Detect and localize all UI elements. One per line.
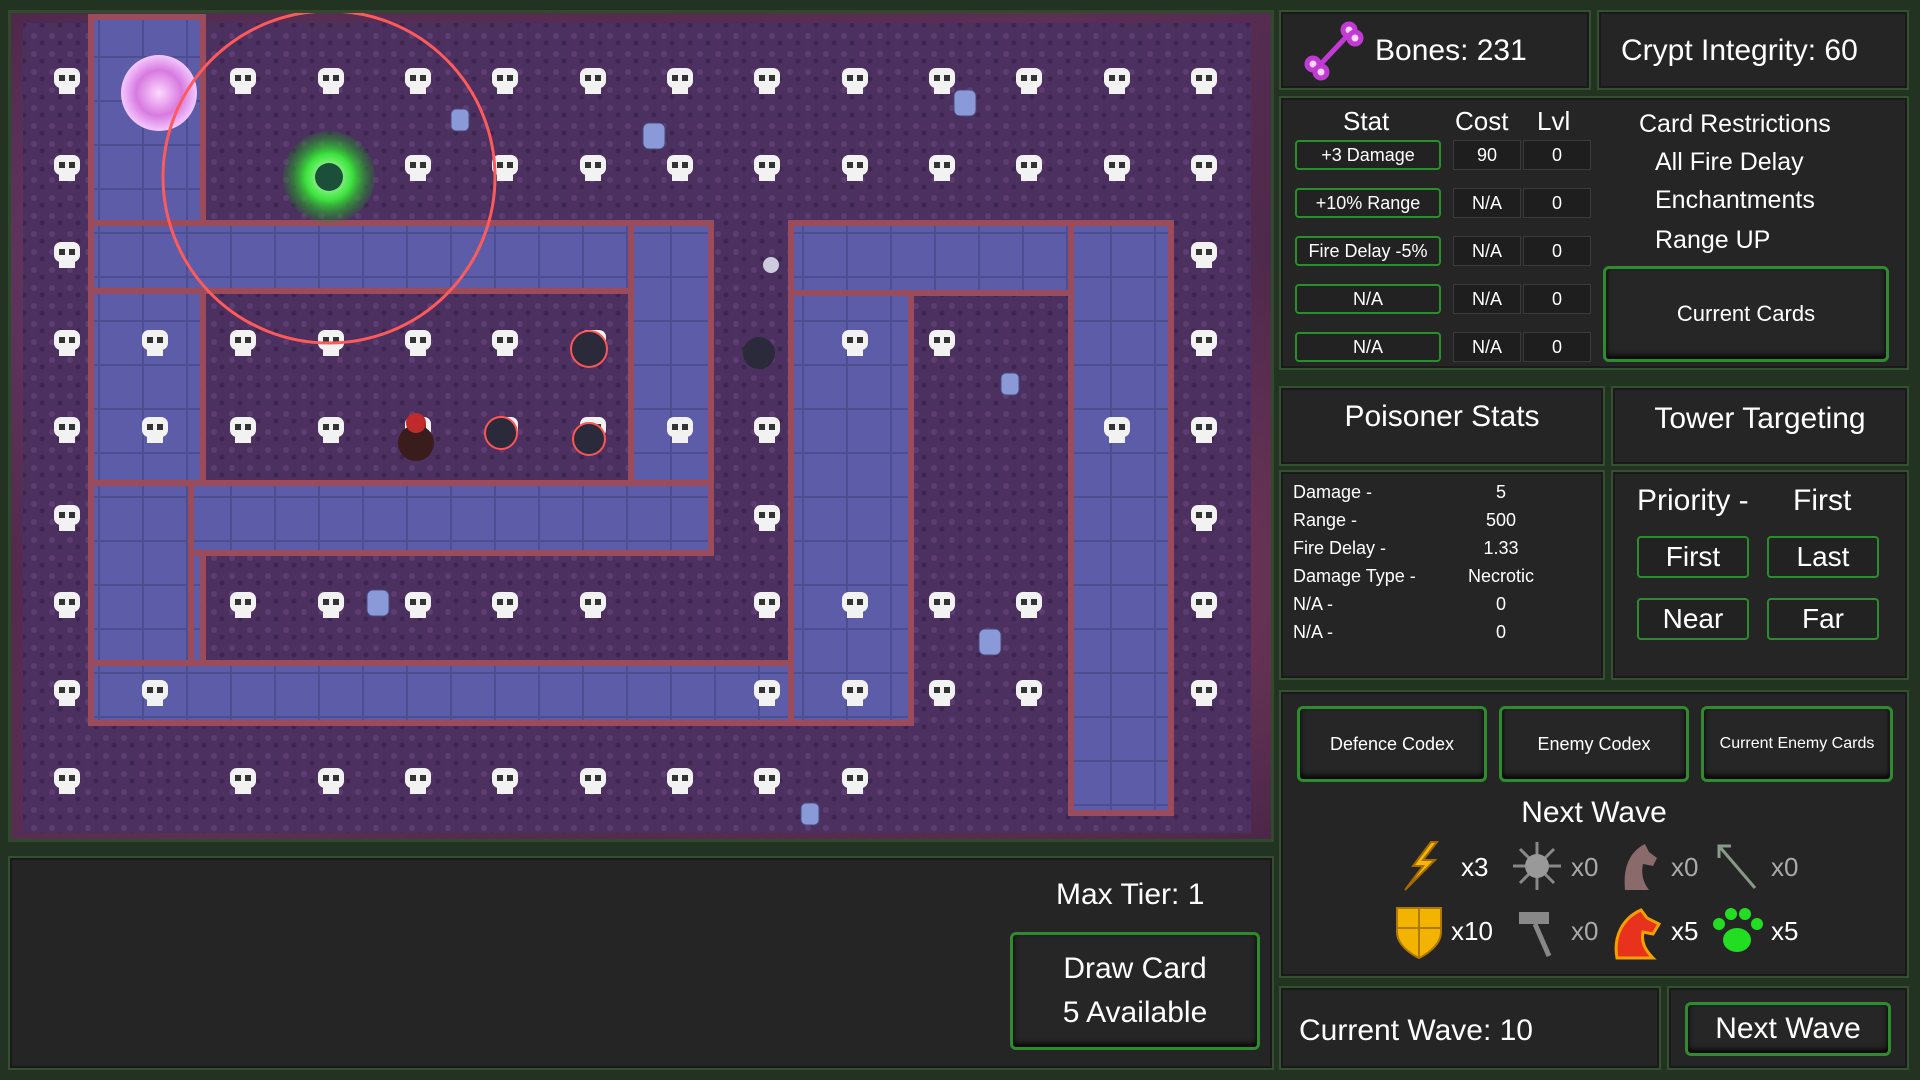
enemy-count: x0 [1671, 852, 1699, 882]
poisoner-stats-title: Poisoner Stats [1344, 400, 1540, 433]
poisoner-stats-panel: Damage - 5 Range - 500 Fire Delay - 1.33… [1279, 470, 1605, 680]
upgrade-panel: Stat Cost Lvl +3 Damage 90 0 +10% Range … [1279, 96, 1909, 370]
wave-info-panel: Defence Codex Enemy Codex Current Enemy … [1279, 690, 1909, 978]
next-wave-button[interactable]: Next Wave [1685, 1002, 1891, 1056]
current-wave-label: Current Wave: 10 [1299, 1014, 1533, 1047]
stat-label: N/A - [1293, 594, 1334, 614]
max-tier-label: Max Tier: 1 [1056, 878, 1205, 911]
upgrade-button[interactable]: N/A [1295, 332, 1441, 362]
upgrade-cost: N/A [1453, 284, 1521, 314]
upgrade-cost: N/A [1453, 188, 1521, 218]
upgrade-button[interactable]: +3 Damage [1295, 140, 1441, 170]
bone-icon [1304, 21, 1364, 81]
horse-head-icon [1624, 844, 1657, 890]
upgrade-level: 0 [1523, 236, 1591, 266]
card-hand-panel: Max Tier: 1 Draw Card 5 Available [8, 856, 1274, 1070]
upgrade-level: 0 [1523, 332, 1591, 362]
upgrade-cost: N/A [1453, 332, 1521, 362]
next-wave-panel: Next Wave [1667, 986, 1909, 1070]
stat-value: Necrotic [1467, 566, 1534, 586]
stat-label: N/A - [1293, 622, 1334, 642]
crypt-integrity: Crypt Integrity: 60 [1621, 34, 1858, 67]
lightning-spear-icon [1404, 841, 1440, 891]
upgrade-level: 0 [1523, 140, 1591, 170]
bones-panel: Bones: 231 [1279, 10, 1591, 90]
upgrade-cost: N/A [1453, 236, 1521, 266]
bones-counter: Bones: 231 [1375, 34, 1527, 67]
restriction-item: All Fire Delay [1655, 148, 1804, 176]
spiky-sun-icon [1513, 842, 1561, 890]
upgrade-button[interactable]: Fire Delay -5% [1295, 236, 1441, 266]
arrow-icon [1717, 844, 1757, 889]
enemy-count: x3 [1461, 852, 1489, 882]
restriction-item: Enchantments [1655, 186, 1815, 214]
stat-label: Damage Type - [1293, 566, 1416, 586]
stat-value: 1.33 [1483, 538, 1519, 558]
next-wave-title: Next Wave [1521, 796, 1667, 829]
targeting-panel: Priority - First First Last Near Far [1611, 470, 1909, 680]
paw-print-icon [1713, 908, 1763, 952]
target-first-button[interactable]: First [1637, 536, 1749, 578]
enemy-count: x0 [1571, 852, 1599, 882]
stat-value: 0 [1495, 594, 1506, 614]
defence-codex-button[interactable]: Defence Codex [1297, 706, 1487, 782]
stat-label: Fire Delay - [1293, 538, 1387, 558]
upgrade-button[interactable]: N/A [1295, 284, 1441, 314]
stat-label: Range - [1293, 510, 1358, 530]
priority-label: Priority - [1637, 484, 1749, 517]
tower-targeting-title: Tower Targeting [1654, 402, 1866, 435]
target-last-button[interactable]: Last [1767, 536, 1879, 578]
priority-value: First [1793, 484, 1852, 517]
enemy-count: x10 [1451, 916, 1493, 946]
enemy-count: x5 [1671, 916, 1699, 946]
upgrade-cost: 90 [1453, 140, 1521, 170]
targeting-title-panel: Tower Targeting [1611, 386, 1909, 466]
target-far-button[interactable]: Far [1767, 598, 1879, 640]
poisoner-stats-title-panel: Poisoner Stats [1279, 386, 1605, 466]
stat-label: Damage - [1293, 482, 1373, 502]
crypt-panel: Crypt Integrity: 60 [1597, 10, 1909, 90]
current-wave-panel: Current Wave: 10 [1279, 986, 1661, 1070]
current-enemy-cards-button[interactable]: Current Enemy Cards [1701, 706, 1893, 782]
target-near-button[interactable]: Near [1637, 598, 1749, 640]
map-canvas[interactable] [11, 13, 1271, 839]
upgrade-level: 0 [1523, 284, 1591, 314]
card-restrictions-title: Card Restrictions [1639, 110, 1831, 138]
hammer-icon [1519, 912, 1552, 958]
upgrade-level: 0 [1523, 188, 1591, 218]
cost-header: Cost [1455, 106, 1509, 136]
enemy-count: x0 [1571, 916, 1599, 946]
fire-horse-icon [1614, 908, 1662, 960]
shield-icon [1396, 907, 1442, 960]
draw-card-label: Draw Card [1063, 952, 1207, 985]
stat-value: 5 [1495, 482, 1506, 502]
stat-value: 0 [1495, 622, 1506, 642]
upgrade-button[interactable]: +10% Range [1295, 188, 1441, 218]
stat-value: 500 [1485, 510, 1517, 530]
draw-card-button[interactable]: Draw Card 5 Available [1010, 932, 1260, 1050]
lvl-header: Lvl [1537, 106, 1571, 136]
current-cards-button[interactable]: Current Cards [1603, 266, 1889, 362]
cards-available-label: 5 Available [1062, 996, 1208, 1029]
stat-header: Stat [1343, 106, 1390, 136]
game-map[interactable] [8, 10, 1274, 842]
enemy-count: x0 [1771, 852, 1799, 882]
restriction-item: Range UP [1655, 226, 1771, 254]
enemy-count: x5 [1771, 916, 1799, 946]
enemy-codex-button[interactable]: Enemy Codex [1499, 706, 1689, 782]
